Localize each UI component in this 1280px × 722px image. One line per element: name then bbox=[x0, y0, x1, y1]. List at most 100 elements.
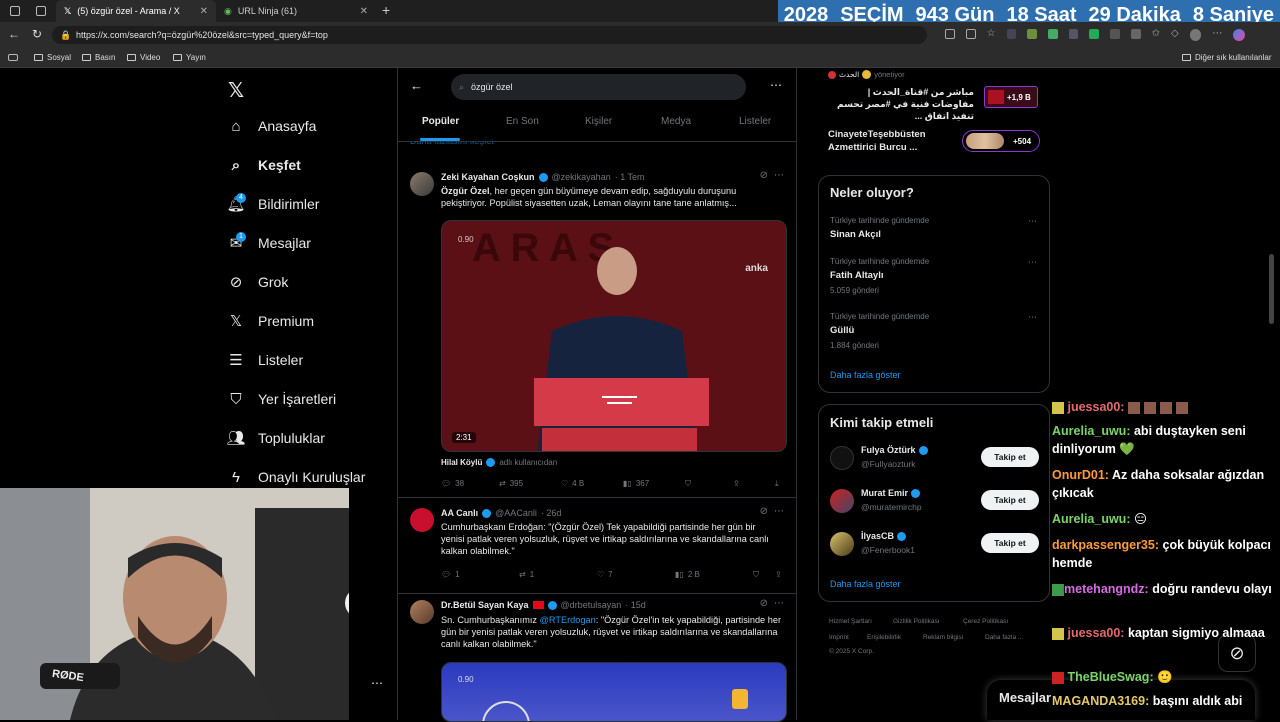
tweet-author[interactable]: Zeki Kayahan Coşkun @zekikayahan · 1 Tem bbox=[441, 172, 645, 182]
profile-avatar[interactable] bbox=[1189, 29, 1202, 41]
follow-name[interactable]: İlyasCB bbox=[861, 531, 907, 541]
translate-icon[interactable] bbox=[965, 29, 976, 39]
tweet[interactable]: Dr.Betül Sayan Kaya @drbetulsayan · 15d … bbox=[398, 594, 796, 722]
nav-premium[interactable]: 𝕏 Premium bbox=[228, 313, 314, 330]
trend-title[interactable]: Sinan Akçıl bbox=[830, 229, 881, 240]
extension-icon[interactable] bbox=[1068, 29, 1079, 39]
tab-people[interactable]: Kişiler bbox=[585, 116, 612, 127]
views-button[interactable]: ▮▯ 367 bbox=[623, 479, 649, 488]
avatar[interactable] bbox=[410, 600, 434, 624]
trend-title[interactable]: Fatih Altaylı bbox=[830, 270, 884, 281]
close-tab-icon[interactable]: ✕ bbox=[200, 6, 208, 17]
download-button[interactable]: ⤓ bbox=[775, 479, 779, 489]
trend-title[interactable]: Güllü bbox=[830, 325, 854, 336]
close-tab-icon[interactable]: ✕ bbox=[360, 6, 368, 17]
tweet-author[interactable]: AA Canlı @AACanli · 26d bbox=[441, 508, 561, 518]
follow-button[interactable]: Takip et bbox=[981, 490, 1039, 510]
tweet[interactable]: AA Canlı @AACanli · 26d ⊘ ⋯ Cumhurbaşkan… bbox=[398, 498, 796, 594]
follow-button[interactable]: Takip et bbox=[981, 533, 1039, 553]
retweet-button[interactable]: ⇄ 1 bbox=[519, 570, 534, 579]
tab-actions-icon[interactable] bbox=[36, 6, 46, 16]
more-options-icon[interactable]: ⋯ bbox=[774, 598, 784, 609]
more-options-icon[interactable]: ⋯ bbox=[1028, 312, 1037, 323]
search-input[interactable]: ⌕ özgür özel bbox=[451, 74, 746, 100]
favorites-icon[interactable]: ✩ bbox=[1152, 29, 1160, 41]
footer-accessibility[interactable]: Erişilebilirlik bbox=[867, 634, 901, 641]
url-bar[interactable]: 🔒 https://x.com/search?q=özgür%20özel&sr… bbox=[52, 26, 927, 44]
footer-ads-info[interactable]: Reklam bilgisi bbox=[923, 634, 963, 641]
tweet[interactable]: Zeki Kayahan Coşkun @zekikayahan · 1 Tem… bbox=[398, 160, 796, 498]
tweet-author[interactable]: Dr.Betül Sayan Kaya @drbetulsayan · 15d bbox=[441, 600, 646, 610]
back-icon[interactable]: ← bbox=[8, 27, 20, 41]
grok-icon[interactable]: ⊘ bbox=[760, 598, 768, 609]
nav-lists[interactable]: ☰ Listeler bbox=[228, 352, 303, 369]
avatar[interactable] bbox=[830, 532, 854, 556]
bookmark-button[interactable]: ⛉ bbox=[753, 570, 759, 580]
refresh-icon[interactable]: ↻ bbox=[32, 27, 42, 41]
copilot-icon[interactable] bbox=[1233, 29, 1245, 41]
grok-icon[interactable]: ⊘ bbox=[760, 170, 768, 181]
like-button[interactable]: ♡ 4 B bbox=[561, 479, 584, 488]
nav-verified-orgs[interactable]: ϟ Onaylı Kuruluşlar bbox=[228, 469, 365, 486]
page-scrollbar[interactable] bbox=[1269, 254, 1274, 324]
x-logo-icon[interactable]: 𝕏 bbox=[228, 78, 244, 103]
shield-icon[interactable]: ◇ bbox=[1171, 29, 1179, 41]
retweet-button[interactable]: ⇄ 395 bbox=[499, 479, 523, 488]
nav-explore[interactable]: ⌕ Keşfet bbox=[228, 157, 301, 174]
more-options-icon[interactable]: ⋯ bbox=[770, 78, 782, 92]
tweet-video[interactable]: A R A S 0.90 anka 2:31 bbox=[441, 220, 787, 452]
avatar[interactable] bbox=[410, 508, 434, 532]
tweet-video[interactable]: 0.90 bbox=[441, 662, 787, 722]
more-options-icon[interactable]: ⋯ bbox=[1028, 257, 1037, 268]
bookmark-tool-icon[interactable] bbox=[8, 54, 18, 61]
footer-more[interactable]: Daha fazla ... bbox=[985, 634, 1023, 641]
follow-button[interactable]: Takip et bbox=[981, 447, 1039, 467]
reply-button[interactable]: 💬︎ 38 bbox=[441, 479, 464, 488]
workspaces-icon[interactable] bbox=[10, 6, 20, 16]
footer-privacy[interactable]: Gizlilik Politikası bbox=[893, 618, 940, 625]
footer-terms[interactable]: Hizmet Şartları bbox=[829, 618, 872, 625]
trends-show-more-link[interactable]: Daha fazla göster bbox=[830, 370, 901, 380]
tab-popular[interactable]: Popüler bbox=[422, 116, 459, 127]
bookmark-folder-yayin[interactable]: Yayın bbox=[173, 53, 206, 62]
extension-icon[interactable] bbox=[1130, 29, 1141, 39]
avatar[interactable] bbox=[410, 172, 434, 196]
bookmark-folder-basin[interactable]: Basın bbox=[82, 53, 115, 62]
tab-media[interactable]: Medya bbox=[661, 116, 691, 127]
mention-link[interactable]: @RTErdogan bbox=[540, 615, 596, 625]
extension-icon[interactable] bbox=[1006, 29, 1017, 39]
extension-icon[interactable] bbox=[1047, 29, 1058, 39]
share-button[interactable]: ⇪ bbox=[775, 570, 782, 579]
nav-bookmarks[interactable]: ⛉ Yer İşaretleri bbox=[228, 391, 336, 408]
views-button[interactable]: ▮▯ 2 B bbox=[675, 570, 700, 579]
more-options-icon[interactable]: ⋯ bbox=[774, 506, 784, 517]
tab-latest[interactable]: En Son bbox=[506, 116, 539, 127]
more-options-icon[interactable]: ⋯ bbox=[1028, 216, 1037, 227]
read-mode-icon[interactable] bbox=[945, 29, 955, 39]
reply-button[interactable]: 💬︎ 1 bbox=[441, 570, 460, 579]
like-button[interactable]: ♡ 7 bbox=[597, 570, 613, 579]
bookmark-folder-video[interactable]: Video bbox=[127, 53, 160, 62]
media-credit[interactable]: Hilal Köylü adlı kullanıcıdan bbox=[441, 458, 557, 467]
footer-imprint[interactable]: Imprint bbox=[829, 634, 849, 641]
tab-lists[interactable]: Listeler bbox=[739, 116, 771, 127]
favorite-icon[interactable]: ☆ bbox=[987, 29, 996, 41]
footer-cookies[interactable]: Çerez Politikası bbox=[963, 618, 1008, 625]
new-tab-button[interactable]: + bbox=[382, 2, 390, 18]
share-button[interactable]: ⇪ bbox=[733, 479, 740, 488]
more-options-icon[interactable]: ⋯ bbox=[371, 676, 383, 690]
avatar[interactable] bbox=[830, 446, 854, 470]
follow-name[interactable]: Murat Emir bbox=[861, 488, 921, 498]
extension-icon[interactable] bbox=[1089, 29, 1100, 39]
extension-icon[interactable] bbox=[1027, 29, 1037, 39]
extension-icon[interactable] bbox=[1110, 29, 1120, 39]
nav-grok[interactable]: ⊘ Grok bbox=[228, 274, 289, 291]
menu-icon[interactable]: ⋯ bbox=[1212, 29, 1222, 41]
trending-news-item[interactable]: CinayeteTeşebbüsten Azmettirici Burcu ..… bbox=[828, 128, 1040, 158]
bookmark-folder-sosyal[interactable]: Sosyal bbox=[34, 53, 71, 62]
avatar[interactable] bbox=[830, 489, 854, 513]
other-bookmarks[interactable]: Diğer sık kullanılanlar bbox=[1182, 53, 1271, 62]
back-arrow-icon[interactable]: ← bbox=[410, 78, 423, 93]
nav-communities[interactable]: 👥︎ Topluluklar bbox=[226, 430, 324, 447]
live-news-item[interactable]: الحدث yönetiyor مباشر من #قناة_الحدث | م… bbox=[828, 70, 1040, 121]
